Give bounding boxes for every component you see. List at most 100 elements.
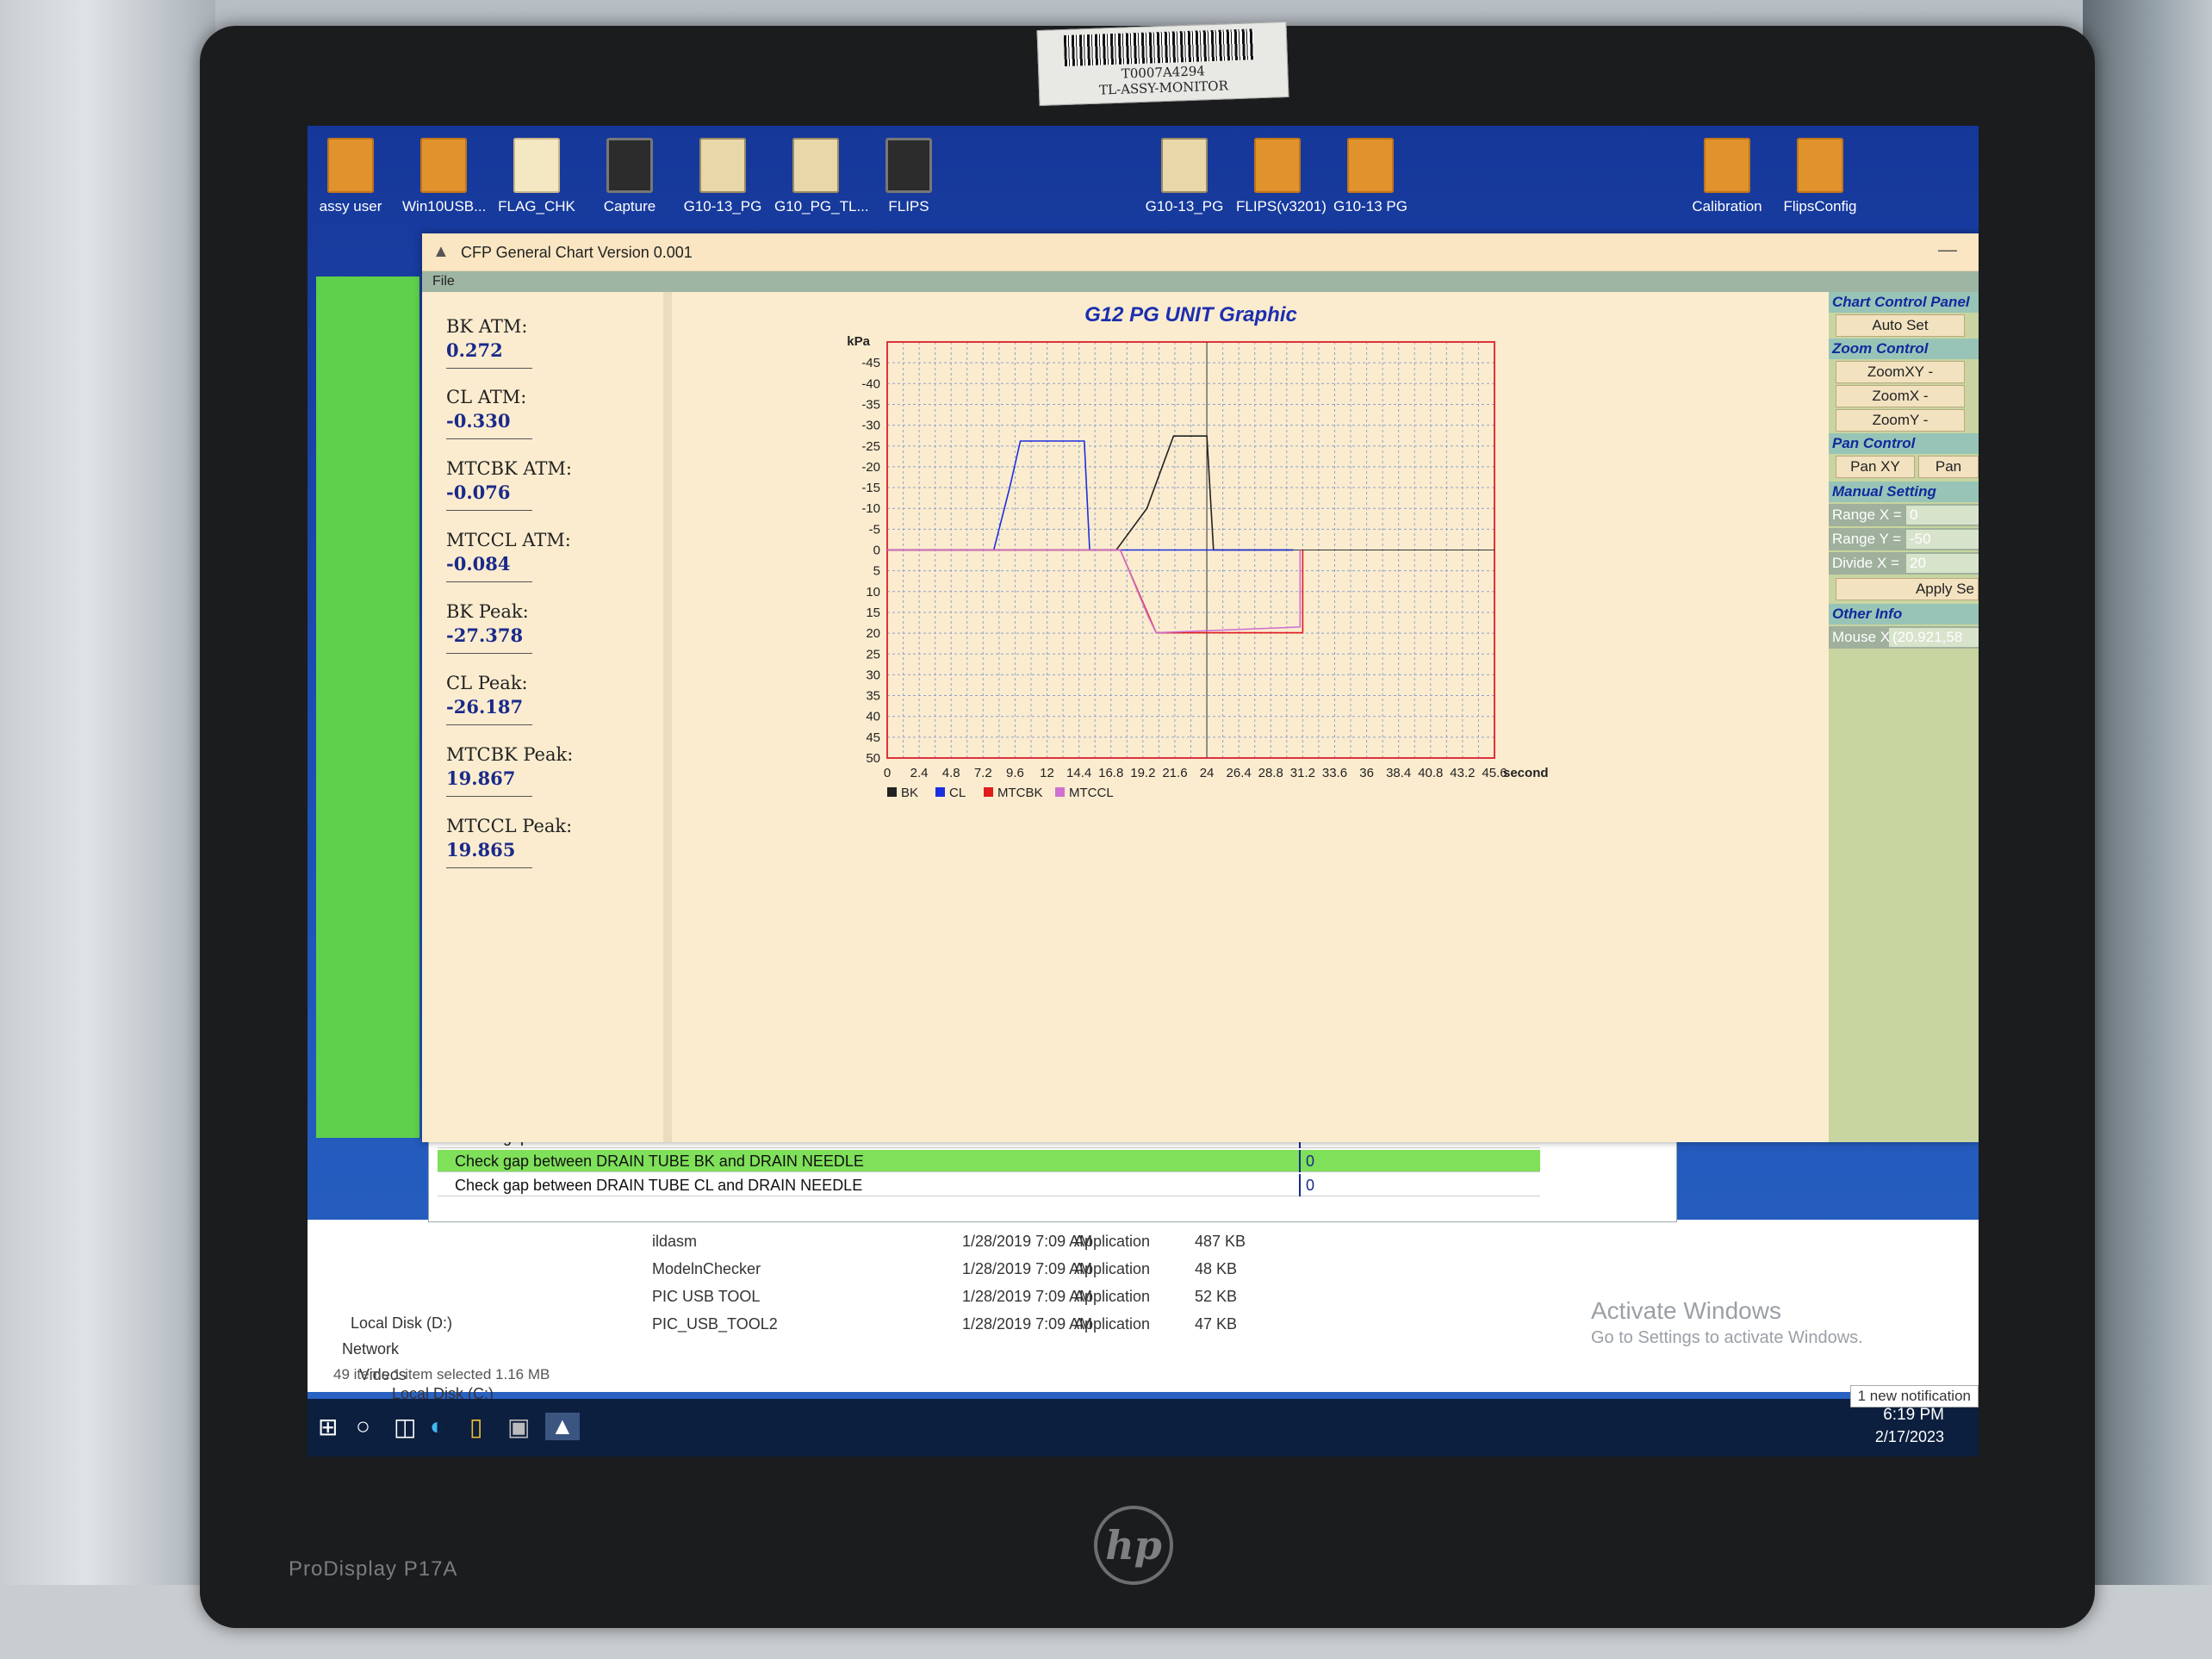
y-tick-label: -20	[861, 460, 880, 475]
title-bar[interactable]: ▲ CFP General Chart Version 0.001 —	[422, 233, 1979, 271]
zoom-x-button[interactable]: ZoomX -	[1836, 385, 1965, 407]
zip-folder-icon	[420, 138, 467, 193]
desktop-icon-win10usb[interactable]: Win10USB...	[402, 138, 486, 215]
pressure-chart[interactable]: G12 PG UNIT Graphic kPa -45 -40 -35 -30 -25 -20…	[680, 292, 1829, 1142]
divide-x-input[interactable]: 20	[1906, 554, 1979, 573]
section-pan-control: Pan Control	[1829, 433, 1979, 454]
background-pillar	[0, 0, 215, 1659]
menu-bar: File	[422, 271, 1979, 292]
window-title: CFP General Chart Version 0.001	[461, 244, 693, 261]
capture-app-icon	[606, 138, 653, 193]
x-tick-label: 40.8	[1418, 766, 1443, 780]
file-row[interactable]: ildasm 1/28/2019 7:09 AM Application 487…	[540, 1228, 1918, 1254]
spreadsheet-icon	[792, 138, 839, 193]
legend-label-mtcbk: MTCBK	[997, 786, 1043, 800]
nav-local-disk-d[interactable]: Local Disk (D:)	[351, 1314, 452, 1333]
y-axis-label: kPa	[847, 334, 870, 349]
start-windows-icon[interactable]: ⊞	[318, 1413, 338, 1441]
x-axis-label: second	[1503, 766, 1549, 780]
desktop-icon-flips-v3201[interactable]: FLIPS(v3201)	[1236, 138, 1327, 215]
stat-cl-peak: CL Peak: -26.187	[446, 673, 653, 725]
y-tick-label: -40	[861, 376, 880, 391]
desktop-icon-g10-pg-tl[interactable]: G10_PG_TL...	[774, 138, 869, 215]
stat-mtcbk-peak: MTCBK Peak: 19.867	[446, 744, 653, 797]
y-tick-label: 45	[866, 730, 880, 745]
y-tick-label: 35	[866, 689, 880, 704]
legend-label-mtccl: MTCCL	[1069, 786, 1114, 800]
x-tick-label: 12	[1040, 766, 1054, 780]
desktop-icon-g10-13-pg[interactable]: G10-13_PG	[681, 138, 764, 215]
file-row[interactable]: ModelnChecker 1/28/2019 7:09 AM Applicat…	[540, 1256, 1918, 1282]
y-tick-label: -35	[861, 397, 880, 412]
mouse-xy-readout: (20.921,58	[1889, 628, 1979, 647]
x-tick-label: 31.2	[1290, 766, 1315, 780]
check-row[interactable]: Check gap between DRAIN TUBE CL and DRAI…	[438, 1174, 1540, 1196]
legend-label-bk: BK	[901, 786, 918, 800]
legend-swatch-bk	[887, 787, 897, 797]
x-tick-label: 24	[1200, 766, 1215, 780]
background-shelves	[2083, 0, 2212, 1659]
y-tick-label: -5	[869, 522, 880, 537]
nav-network[interactable]: Network	[342, 1340, 399, 1358]
document-icon	[513, 138, 560, 193]
x-tick-label: 38.4	[1386, 766, 1411, 780]
x-tick-label: 16.8	[1098, 766, 1123, 780]
edge-browser-icon[interactable]: ◐	[430, 1413, 444, 1440]
system-tray[interactable]: 6:19 PM 2/17/2023	[1875, 1406, 1944, 1446]
y-tick-label: 20	[866, 626, 880, 641]
flips-taskbar-icon[interactable]: ▣	[507, 1413, 530, 1441]
desktop-icon-calibration[interactable]: Calibration	[1686, 138, 1768, 215]
folder-icon	[1797, 138, 1843, 193]
zoom-y-button[interactable]: ZoomY -	[1836, 409, 1965, 432]
section-other-info: Other Info	[1829, 604, 1979, 624]
chart-app-window: ▲ CFP General Chart Version 0.001 — File…	[422, 233, 1979, 1142]
clock-date: 2/17/2023	[1874, 1428, 1944, 1445]
pan-xy-button[interactable]: Pan XY	[1836, 456, 1915, 478]
desktop-icon-capture[interactable]: Capture	[588, 138, 671, 215]
apply-settings-button[interactable]: Apply Se	[1836, 578, 1979, 600]
y-tick-label: -10	[861, 501, 880, 516]
y-tick-label: 0	[873, 544, 880, 558]
flips-app-icon	[885, 138, 932, 193]
stat-mtccl-atm: MTCCL ATM: -0.084	[446, 530, 653, 582]
desktop-icon-flag-chk[interactable]: FLAG_CHK	[495, 138, 578, 215]
section-manual-setting: Manual Setting	[1829, 482, 1979, 502]
search-circle-icon[interactable]: ○	[356, 1413, 370, 1440]
x-tick-label: 43.2	[1450, 766, 1475, 780]
task-view-icon[interactable]: ◫	[394, 1413, 416, 1441]
legend-swatch-mtccl	[1055, 787, 1065, 797]
background-app-window	[316, 276, 419, 1138]
zoom-xy-button[interactable]: ZoomXY -	[1836, 361, 1965, 383]
chart-app-taskbar-icon[interactable]: ▲	[545, 1413, 580, 1440]
file-explorer-icon[interactable]: ▯	[469, 1413, 482, 1441]
mouse-xy-field: Mouse XY (20.921,58	[1829, 626, 1979, 649]
screen: assy user Win10USB... FLAG_CHK Capture G…	[308, 126, 1979, 1457]
stat-bk-peak: BK Peak: -27.378	[446, 601, 653, 654]
desktop-icon-g10-13-pg-3[interactable]: G10-13 PG	[1329, 138, 1412, 215]
check-row-selected[interactable]: Check gap between DRAIN TUBE BK and DRAI…	[438, 1150, 1540, 1172]
range-x-input[interactable]: 0	[1906, 506, 1979, 525]
notification-toast[interactable]: 1 new notification	[1849, 1385, 1979, 1407]
y-tick-label: 10	[866, 585, 880, 600]
chart-control-panel: Chart Control Panel Auto Set Zoom Contro…	[1829, 292, 1979, 1142]
minimize-button[interactable]: —	[1938, 239, 1957, 261]
desktop-icon-flipsconfig[interactable]: FlipsConfig	[1779, 138, 1861, 215]
x-tick-label: 19.2	[1130, 766, 1155, 780]
stat-mtcbk-atm: MTCBK ATM: -0.076	[446, 458, 653, 511]
stat-cl-atm: CL ATM: -0.330	[446, 387, 653, 439]
desktop-icon-flips[interactable]: FLIPS	[867, 138, 950, 215]
x-tick-label: 33.6	[1322, 766, 1347, 780]
auto-set-button[interactable]: Auto Set	[1836, 314, 1965, 337]
spreadsheet-icon	[1161, 138, 1208, 193]
desktop-icon-g10-13-pg-2[interactable]: G10-13_PG	[1143, 138, 1226, 215]
chart-title: G12 PG UNIT Graphic	[1084, 303, 1297, 326]
hp-logo: hp	[1094, 1506, 1173, 1585]
zip-folder-icon	[1254, 138, 1301, 193]
stat-bk-atm: BK ATM: 0.272	[446, 316, 653, 369]
pan-button[interactable]: Pan	[1918, 456, 1979, 478]
x-tick-label: 26.4	[1227, 766, 1252, 780]
range-y-input[interactable]: -50	[1906, 530, 1979, 549]
divide-x-field: Divide X = 20	[1829, 552, 1979, 575]
menu-file[interactable]: File	[432, 274, 455, 289]
desktop-icon-assy-user[interactable]: assy user	[309, 138, 392, 215]
